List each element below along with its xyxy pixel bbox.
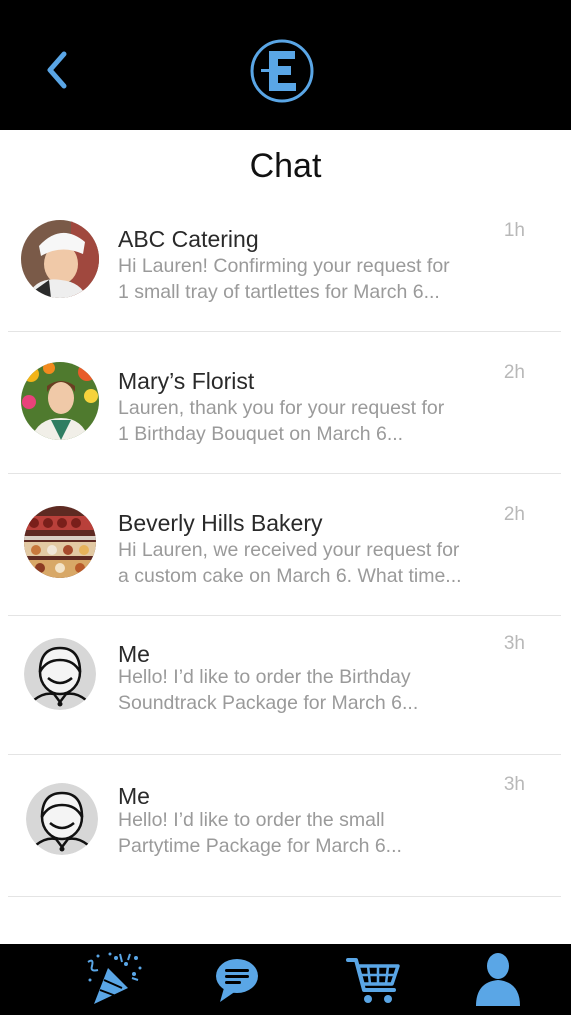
chat-preview: Lauren, thank you for your request for 1…	[118, 395, 518, 447]
chat-time: 2h	[503, 362, 525, 383]
chat-time: 1h	[503, 220, 525, 241]
chat-row-marys-florist[interactable]: Mary’s Florist Lauren, thank you for you…	[0, 332, 571, 474]
chef-photo-icon	[21, 220, 99, 298]
chat-name: Beverly Hills Bakery	[118, 510, 323, 536]
florist-photo-icon	[21, 362, 99, 440]
avatar	[24, 506, 96, 578]
chat-preview-line: Soundtrack Package for March 6...	[118, 692, 419, 714]
chat-name: Me	[118, 783, 150, 809]
chat-preview-line: Hi Lauren! Confirming your request for	[118, 255, 450, 277]
back-button[interactable]	[38, 48, 78, 92]
chat-row-abc-catering[interactable]: ABC Catering Hi Lauren! Confirming your …	[0, 190, 571, 332]
chat-row-me-partytime[interactable]: Me Hello! I’d like to order the small Pa…	[0, 755, 571, 897]
e-logo-icon[interactable]	[249, 37, 315, 105]
chat-preview-line: Hello! I’d like to order the Birthday	[118, 666, 411, 688]
chat-name: Mary’s Florist	[118, 368, 255, 394]
bakery-photo-icon	[24, 506, 96, 578]
user-avatar-icon	[26, 783, 98, 855]
chat-row-me-birthday-soundtrack[interactable]: Me Hello! I’d like to order the Birthday…	[0, 617, 571, 755]
bottom-tab-bar	[0, 944, 571, 1015]
chat-preview-line: 1 small tray of tartlettes for March 6..…	[118, 281, 440, 303]
cart-icon[interactable]	[344, 950, 402, 1008]
avatar	[21, 220, 99, 298]
row-divider	[8, 896, 561, 897]
chat-preview: Hello! I’d like to order the Birthday So…	[118, 664, 518, 716]
chat-time: 2h	[503, 504, 525, 525]
page-title: Chat	[249, 147, 322, 185]
avatar	[24, 638, 96, 710]
party-popper-icon[interactable]	[86, 950, 144, 1008]
chat-preview-line: Lauren, thank you for your request for	[118, 397, 445, 419]
chat-preview: Hello! I’d like to order the small Party…	[118, 807, 518, 859]
profile-icon[interactable]	[472, 950, 524, 1008]
chat-name: ABC Catering	[118, 226, 259, 252]
chat-preview-line: Hello! I’d like to order the small	[118, 809, 385, 831]
chat-time: 3h	[503, 633, 525, 654]
avatar	[26, 783, 98, 855]
chat-preview: Hi Lauren, we received your request for …	[118, 537, 518, 589]
top-bar	[0, 0, 571, 130]
avatar	[21, 362, 99, 440]
chevron-left-icon	[47, 51, 67, 89]
chat-preview: Hi Lauren! Confirming your request for 1…	[118, 253, 518, 305]
chat-row-beverly-hills-bakery[interactable]: Beverly Hills Bakery Hi Lauren, we recei…	[0, 474, 571, 616]
user-avatar-icon	[24, 638, 96, 710]
row-divider	[8, 615, 561, 616]
chat-preview-line: Hi Lauren, we received your request for	[118, 539, 460, 561]
chat-preview-line: 1 Birthday Bouquet on March 6...	[118, 423, 404, 445]
chat-preview-line: Partytime Package for March 6...	[118, 835, 402, 857]
chat-time: 3h	[503, 774, 525, 795]
chat-preview-line: a custom cake on March 6. What time...	[118, 565, 462, 587]
chat-bubble-icon[interactable]	[212, 950, 262, 1008]
